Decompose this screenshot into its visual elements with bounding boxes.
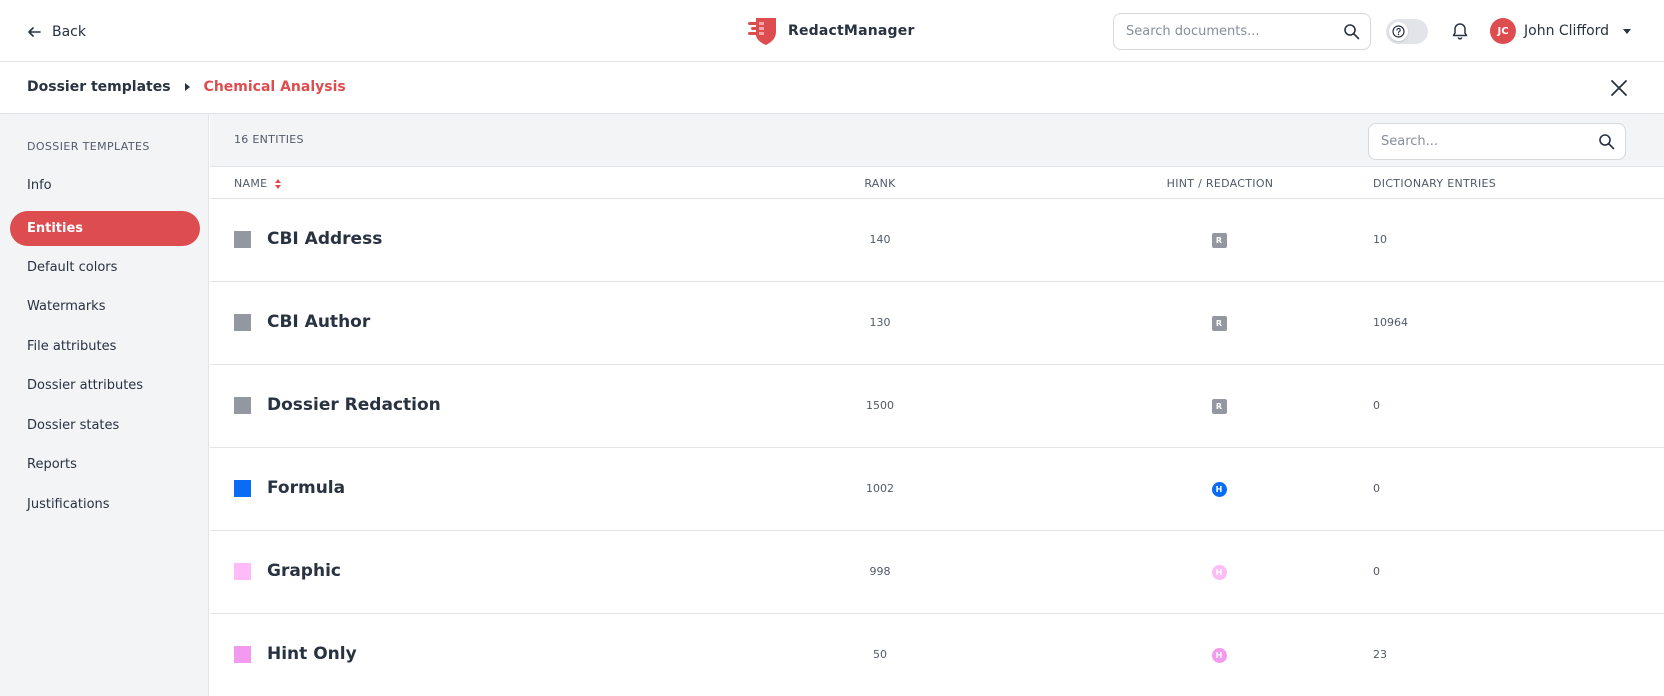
document-search (1113, 13, 1371, 50)
entity-type: R (1211, 315, 1227, 331)
table-row[interactable]: Dossier Redaction 1500 R 0 (210, 365, 1664, 448)
column-header-dictionary-entries: DICTIONARY ENTRIES (1373, 177, 1496, 190)
sidebar-item-file-attributes[interactable]: File attributes (10, 329, 200, 364)
breadcrumb-current: Chemical Analysis (203, 79, 346, 95)
search-icon[interactable] (1343, 23, 1360, 40)
sidebar-item-reports[interactable]: Reports (10, 447, 200, 482)
entity-dictionary-entries: 10964 (1373, 316, 1408, 329)
entity-type: H (1211, 647, 1227, 663)
sidebar-item-watermarks[interactable]: Watermarks (10, 289, 200, 324)
entities-count: 16 ENTITIES (234, 133, 304, 146)
close-icon[interactable] (1610, 79, 1628, 97)
arrow-left-icon (28, 27, 41, 37)
sort-icon[interactable] (275, 178, 282, 189)
brand-name: RedactManager (788, 23, 915, 39)
redaction-badge-icon: R (1211, 232, 1227, 248)
entities-panel: 16 ENTITIES NAME RANK HINT / REDACTION D… (210, 115, 1664, 696)
entity-name: CBI Author (267, 312, 371, 332)
entity-type: H (1211, 481, 1227, 497)
list-header: 16 ENTITIES (210, 115, 1664, 167)
entity-dictionary-entries: 0 (1373, 565, 1380, 578)
entity-color-swatch (234, 314, 251, 331)
avatar: JC (1490, 18, 1516, 44)
search-icon[interactable] (1598, 133, 1615, 150)
table-header: NAME RANK HINT / REDACTION DICTIONARY EN… (210, 167, 1664, 199)
top-bar: Back RedactManager JC John Clifford (0, 0, 1664, 62)
table-row[interactable]: CBI Author 130 R 10964 (210, 282, 1664, 365)
entity-name: Graphic (267, 561, 341, 581)
hint-badge-icon: H (1211, 564, 1227, 580)
column-header-name[interactable]: NAME (234, 177, 282, 190)
table-row[interactable]: Formula 1002 H 0 (210, 448, 1664, 531)
document-search-input[interactable] (1126, 24, 1346, 39)
entity-type: R (1211, 232, 1227, 248)
entities-search (1368, 123, 1626, 160)
entity-color-swatch (234, 646, 251, 663)
user-name: John Clifford (1524, 23, 1610, 39)
entity-name: Dossier Redaction (267, 395, 441, 415)
entity-rank: 130 (869, 316, 891, 329)
breadcrumb-bar: Dossier templates Chemical Analysis (0, 62, 1664, 114)
column-header-hint-redaction: HINT / REDACTION (1165, 177, 1275, 190)
breadcrumb: Dossier templates Chemical Analysis (27, 79, 346, 95)
sidebar-item-dossier-attributes[interactable]: Dossier attributes (10, 368, 200, 403)
entity-dictionary-entries: 0 (1373, 399, 1380, 412)
entity-color-swatch (234, 231, 251, 248)
entity-color-swatch (234, 480, 251, 497)
shield-logo-icon (748, 18, 776, 45)
sidebar-heading: DOSSIER TEMPLATES (27, 140, 150, 153)
entity-name: Hint Only (267, 644, 357, 664)
entity-type: R (1211, 398, 1227, 414)
entity-type: H (1211, 564, 1227, 580)
table-row[interactable]: CBI Address 140 R 10 (210, 199, 1664, 282)
entity-dictionary-entries: 10 (1373, 233, 1387, 246)
sidebar-item-entities[interactable]: Entities (10, 211, 200, 246)
entity-dictionary-entries: 23 (1373, 648, 1387, 661)
back-button[interactable]: Back (26, 20, 86, 44)
column-header-rank-label: RANK (864, 177, 896, 190)
hint-badge-icon: H (1211, 647, 1227, 663)
back-label: Back (52, 24, 86, 40)
help-icon (1392, 25, 1405, 38)
column-header-name-label: NAME (234, 177, 268, 190)
entity-rank: 1002 (866, 482, 894, 495)
notifications-bell-icon[interactable] (1450, 21, 1470, 41)
help-mode-toggle[interactable] (1386, 19, 1428, 44)
redaction-badge-icon: R (1211, 398, 1227, 414)
column-header-rank: RANK (830, 177, 930, 190)
entity-color-swatch (234, 563, 251, 580)
table-row[interactable]: Graphic 998 H 0 (210, 531, 1664, 614)
entity-color-swatch (234, 397, 251, 414)
entity-dictionary-entries: 0 (1373, 482, 1380, 495)
sidebar-item-default-colors[interactable]: Default colors (10, 250, 200, 285)
column-header-hint-redaction-label: HINT / REDACTION (1166, 177, 1274, 190)
brand: RedactManager (746, 14, 915, 48)
breadcrumb-separator-icon (184, 83, 190, 91)
entity-rank: 998 (869, 565, 891, 578)
sidebar-item-justifications[interactable]: Justifications (10, 487, 200, 522)
entities-list: CBI Address 140 R 10 CBI Author 130 R 10… (210, 199, 1664, 696)
user-menu[interactable]: JC John Clifford (1490, 18, 1632, 44)
sidebar: DOSSIER TEMPLATES Info Entities Default … (0, 115, 209, 696)
breadcrumb-dossier-templates[interactable]: Dossier templates (27, 79, 171, 95)
entity-rank: 50 (873, 648, 887, 661)
sidebar-item-dossier-states[interactable]: Dossier states (10, 408, 200, 443)
sidebar-item-info[interactable]: Info (10, 168, 200, 203)
hint-badge-icon: H (1211, 481, 1227, 497)
entity-rank: 140 (869, 233, 891, 246)
entities-search-input[interactable] (1381, 134, 1601, 149)
caret-down-icon (1623, 28, 1632, 34)
redaction-badge-icon: R (1211, 315, 1227, 331)
entity-name: Formula (267, 478, 346, 498)
column-header-dictionary-entries-label: DICTIONARY ENTRIES (1373, 177, 1497, 190)
toggle-knob (1389, 22, 1408, 41)
entity-rank: 1500 (866, 399, 894, 412)
entity-name: CBI Address (267, 229, 383, 249)
table-row[interactable]: Hint Only 50 H 23 (210, 614, 1664, 696)
